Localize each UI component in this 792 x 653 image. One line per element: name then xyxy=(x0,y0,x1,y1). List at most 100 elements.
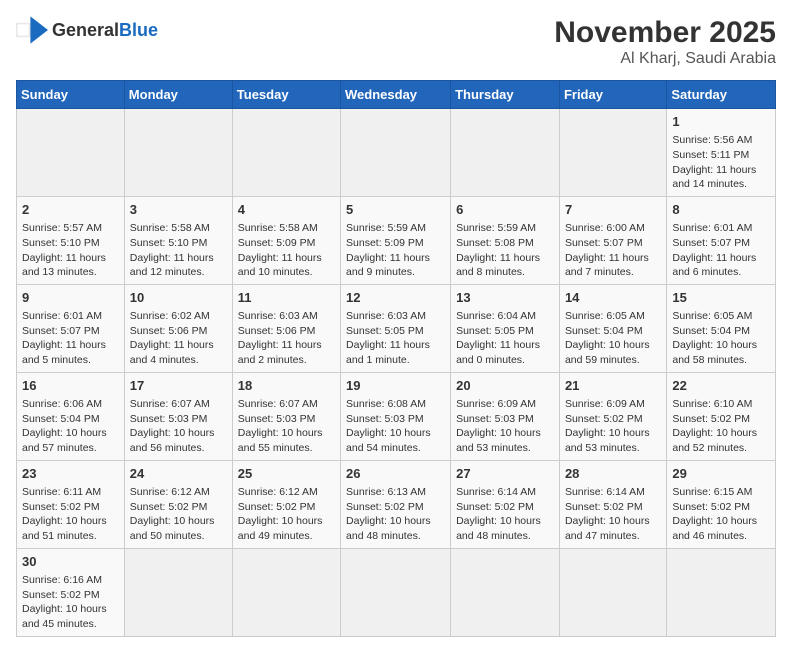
day-info: Sunrise: 5:57 AMSunset: 5:10 PMDaylight:… xyxy=(22,221,119,280)
calendar-cell: 25 Sunrise: 6:12 AMSunset: 5:02 PMDayligh… xyxy=(232,460,340,548)
calendar-table: SundayMondayTuesdayWednesdayThursdayFrid… xyxy=(16,80,776,637)
day-number: 17 xyxy=(130,377,227,395)
day-number: 2 xyxy=(22,201,119,219)
calendar-cell: 23Sunrise: 6:11 AMSunset: 5:02 PMDayligh… xyxy=(17,460,125,548)
calendar-cell: 6Sunrise: 5:59 AMSunset: 5:08 PMDaylight… xyxy=(451,196,560,284)
calendar-cell xyxy=(124,548,232,636)
day-number: 25 xyxy=(238,465,335,483)
calendar-cell: 4 Sunrise: 5:58 AMSunset: 5:09 PMDaylight… xyxy=(232,196,340,284)
day-info: Sunrise: 6:16 AMSunset: 5:02 PMDaylight:… xyxy=(22,573,119,632)
calendar-cell: 2 Sunrise: 5:57 AMSunset: 5:10 PMDaylight… xyxy=(17,196,125,284)
day-info: Sunrise: 6:14 AMSunset: 5:02 PMDaylight:… xyxy=(565,485,661,544)
logo-general: GeneralBlue xyxy=(52,20,158,40)
weekday-header-friday: Friday xyxy=(559,81,666,109)
weekday-header-thursday: Thursday xyxy=(451,81,560,109)
day-number: 3 xyxy=(130,201,227,219)
day-number: 4 xyxy=(238,201,335,219)
weekday-header-saturday: Saturday xyxy=(667,81,776,109)
day-number: 30 xyxy=(22,553,119,571)
logo: GeneralBlue xyxy=(16,16,158,44)
logo-icon xyxy=(16,16,48,44)
day-number: 28 xyxy=(565,465,661,483)
day-number: 6 xyxy=(456,201,554,219)
day-info: Sunrise: 6:09 AMSunset: 5:03 PMDaylight:… xyxy=(456,397,554,456)
calendar-cell: 8 Sunrise: 6:01 AMSunset: 5:07 PMDaylight… xyxy=(667,196,776,284)
day-info: Sunrise: 6:15 AMSunset: 5:02 PMDaylight:… xyxy=(672,485,770,544)
calendar-week-row: 1 Sunrise: 5:56 AMSunset: 5:11 PMDaylight… xyxy=(17,109,776,197)
calendar-cell: 14Sunrise: 6:05 AMSunset: 5:04 PMDayligh… xyxy=(559,284,666,372)
day-info: Sunrise: 6:01 AMSunset: 5:07 PMDaylight:… xyxy=(672,221,770,280)
calendar-cell: 15Sunrise: 6:05 AMSunset: 5:04 PMDayligh… xyxy=(667,284,776,372)
day-number: 14 xyxy=(565,289,661,307)
calendar-cell xyxy=(451,548,560,636)
calendar-cell: 20 Sunrise: 6:09 AMSunset: 5:03 PMDayligh… xyxy=(451,372,560,460)
day-info: Sunrise: 5:58 AMSunset: 5:09 PMDaylight:… xyxy=(238,221,335,280)
weekday-header-row: SundayMondayTuesdayWednesdayThursdayFrid… xyxy=(17,81,776,109)
day-number: 1 xyxy=(672,113,770,131)
day-number: 7 xyxy=(565,201,661,219)
calendar-cell: 28 Sunrise: 6:14 AMSunset: 5:02 PMDayligh… xyxy=(559,460,666,548)
calendar-week-row: 9 Sunrise: 6:01 AMSunset: 5:07 PMDaylight… xyxy=(17,284,776,372)
calendar-cell xyxy=(341,109,451,197)
calendar-cell: 1 Sunrise: 5:56 AMSunset: 5:11 PMDaylight… xyxy=(667,109,776,197)
calendar-cell: 22Sunrise: 6:10 AMSunset: 5:02 PMDayligh… xyxy=(667,372,776,460)
day-number: 9 xyxy=(22,289,119,307)
day-info: Sunrise: 5:59 AMSunset: 5:09 PMDaylight:… xyxy=(346,221,445,280)
day-info: Sunrise: 6:07 AMSunset: 5:03 PMDaylight:… xyxy=(130,397,227,456)
day-number: 24 xyxy=(130,465,227,483)
day-number: 18 xyxy=(238,377,335,395)
calendar-cell: 24Sunrise: 6:12 AMSunset: 5:02 PMDayligh… xyxy=(124,460,232,548)
weekday-header-sunday: Sunday xyxy=(17,81,125,109)
day-info: Sunrise: 6:01 AMSunset: 5:07 PMDaylight:… xyxy=(22,309,119,368)
day-number: 5 xyxy=(346,201,445,219)
calendar-cell: 26Sunrise: 6:13 AMSunset: 5:02 PMDayligh… xyxy=(341,460,451,548)
calendar-cell: 30 Sunrise: 6:16 AMSunset: 5:02 PMDayligh… xyxy=(17,548,125,636)
logo-text: GeneralBlue xyxy=(52,20,158,41)
calendar-cell: 10 Sunrise: 6:02 AMSunset: 5:06 PMDayligh… xyxy=(124,284,232,372)
day-info: Sunrise: 5:56 AMSunset: 5:11 PMDaylight:… xyxy=(672,133,770,192)
day-info: Sunrise: 6:08 AMSunset: 5:03 PMDaylight:… xyxy=(346,397,445,456)
day-number: 23 xyxy=(22,465,119,483)
day-number: 21 xyxy=(565,377,661,395)
day-info: Sunrise: 6:00 AMSunset: 5:07 PMDaylight:… xyxy=(565,221,661,280)
calendar-cell: 19Sunrise: 6:08 AMSunset: 5:03 PMDayligh… xyxy=(341,372,451,460)
day-number: 22 xyxy=(672,377,770,395)
day-number: 8 xyxy=(672,201,770,219)
calendar-cell xyxy=(232,548,340,636)
calendar-cell xyxy=(232,109,340,197)
day-info: Sunrise: 6:02 AMSunset: 5:06 PMDaylight:… xyxy=(130,309,227,368)
day-number: 29 xyxy=(672,465,770,483)
month-title: November 2025 xyxy=(554,16,776,50)
calendar-cell: 5 Sunrise: 5:59 AMSunset: 5:09 PMDaylight… xyxy=(341,196,451,284)
day-info: Sunrise: 6:12 AMSunset: 5:02 PMDaylight:… xyxy=(238,485,335,544)
calendar-cell xyxy=(667,548,776,636)
day-info: Sunrise: 6:04 AMSunset: 5:05 PMDaylight:… xyxy=(456,309,554,368)
calendar-cell: 3 Sunrise: 5:58 AMSunset: 5:10 PMDaylight… xyxy=(124,196,232,284)
calendar-week-row: 30 Sunrise: 6:16 AMSunset: 5:02 PMDayligh… xyxy=(17,548,776,636)
day-number: 10 xyxy=(130,289,227,307)
day-info: Sunrise: 6:03 AMSunset: 5:05 PMDaylight:… xyxy=(346,309,445,368)
logo-blue: Blue xyxy=(119,20,158,40)
calendar-cell: 29 Sunrise: 6:15 AMSunset: 5:02 PMDayligh… xyxy=(667,460,776,548)
calendar-cell: 13 Sunrise: 6:04 AMSunset: 5:05 PMDayligh… xyxy=(451,284,560,372)
calendar-cell xyxy=(17,109,125,197)
calendar-cell: 27Sunrise: 6:14 AMSunset: 5:02 PMDayligh… xyxy=(451,460,560,548)
calendar-cell xyxy=(124,109,232,197)
day-info: Sunrise: 6:09 AMSunset: 5:02 PMDaylight:… xyxy=(565,397,661,456)
calendar-cell xyxy=(559,109,666,197)
calendar-cell: 21 Sunrise: 6:09 AMSunset: 5:02 PMDayligh… xyxy=(559,372,666,460)
calendar-cell: 18 Sunrise: 6:07 AMSunset: 5:03 PMDayligh… xyxy=(232,372,340,460)
day-info: Sunrise: 6:07 AMSunset: 5:03 PMDaylight:… xyxy=(238,397,335,456)
calendar-week-row: 23Sunrise: 6:11 AMSunset: 5:02 PMDayligh… xyxy=(17,460,776,548)
day-info: Sunrise: 5:58 AMSunset: 5:10 PMDaylight:… xyxy=(130,221,227,280)
day-number: 20 xyxy=(456,377,554,395)
calendar-week-row: 2 Sunrise: 5:57 AMSunset: 5:10 PMDaylight… xyxy=(17,196,776,284)
day-number: 16 xyxy=(22,377,119,395)
calendar-cell: 11Sunrise: 6:03 AMSunset: 5:06 PMDayligh… xyxy=(232,284,340,372)
day-number: 13 xyxy=(456,289,554,307)
weekday-header-monday: Monday xyxy=(124,81,232,109)
day-info: Sunrise: 6:13 AMSunset: 5:02 PMDaylight:… xyxy=(346,485,445,544)
weekday-header-wednesday: Wednesday xyxy=(341,81,451,109)
day-number: 15 xyxy=(672,289,770,307)
calendar-cell: 17 Sunrise: 6:07 AMSunset: 5:03 PMDayligh… xyxy=(124,372,232,460)
